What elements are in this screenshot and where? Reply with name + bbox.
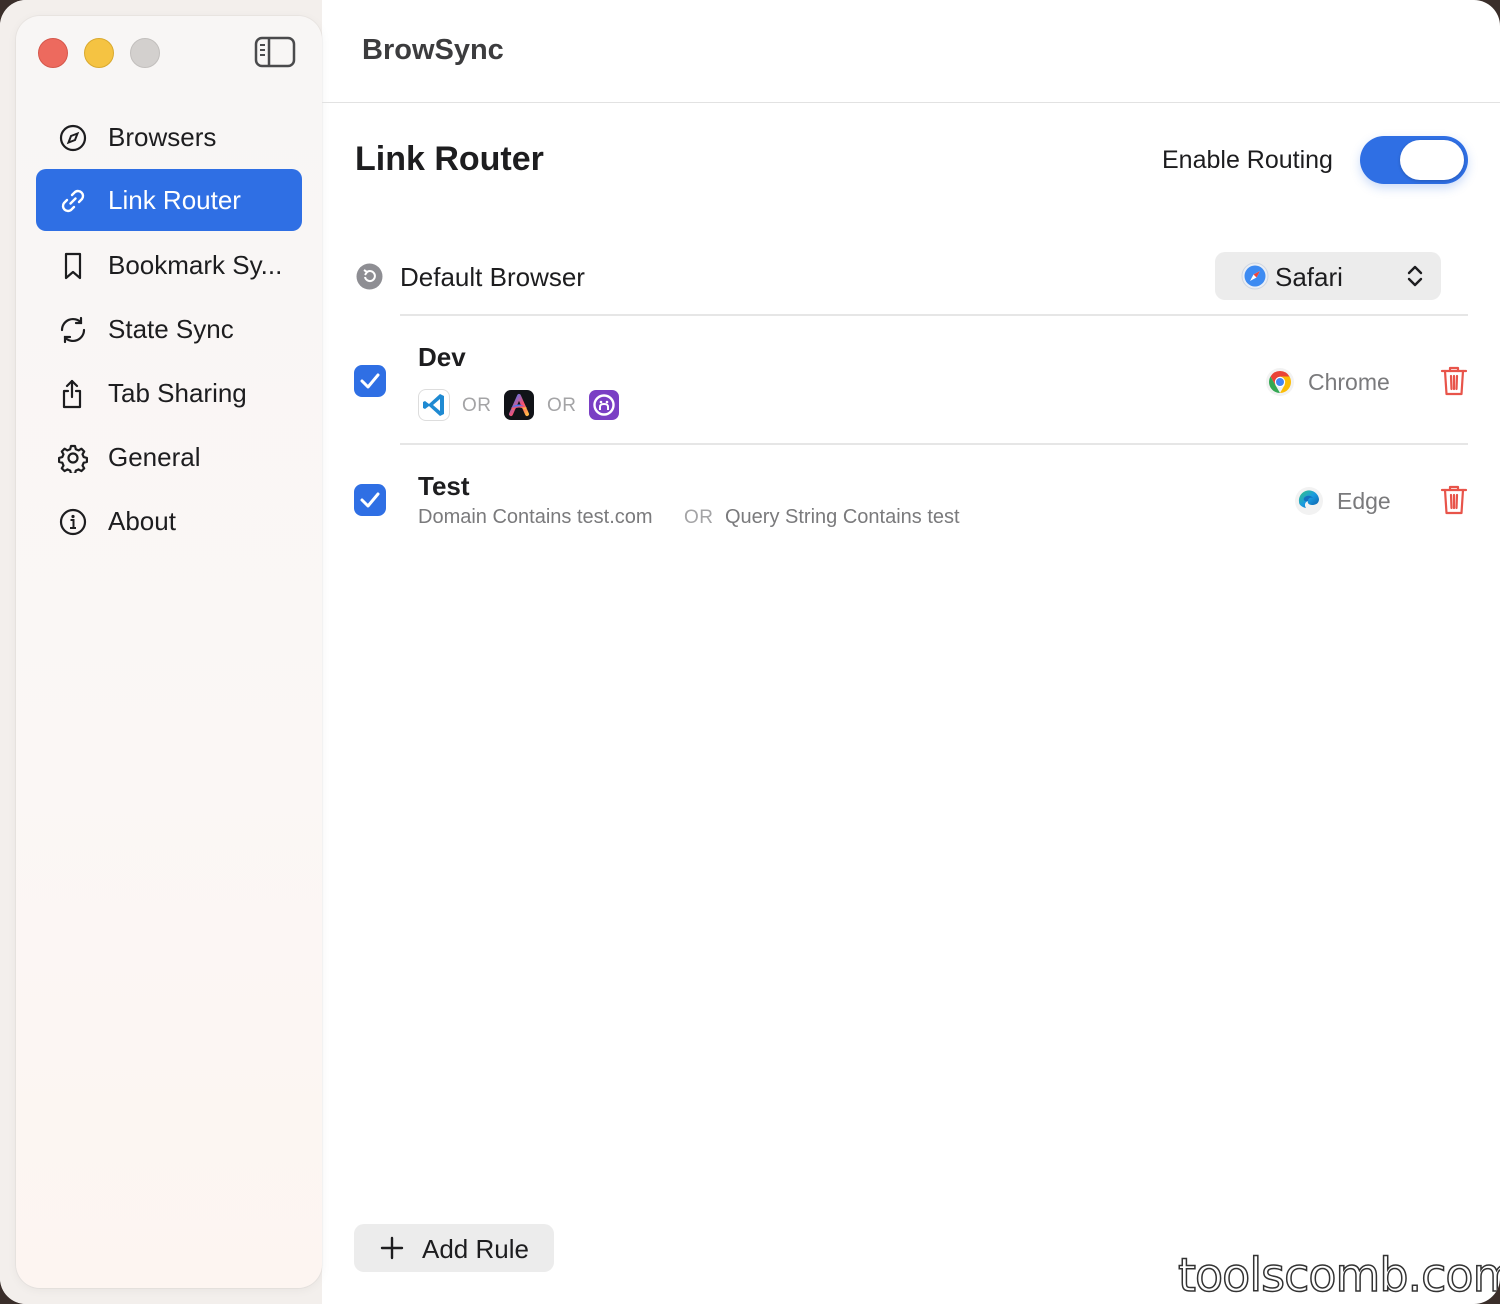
- rule-condition: Query String Contains test: [725, 506, 960, 528]
- sidebar-item-label: Bookmark Sy...: [108, 249, 283, 280]
- rule-enabled-checkbox[interactable]: [354, 365, 386, 397]
- github-desktop-icon: [589, 390, 619, 420]
- sidebar-item-link-router[interactable]: Link Router: [36, 169, 302, 231]
- or-separator: OR: [684, 507, 714, 528]
- page-title: Link Router: [355, 140, 544, 178]
- sidebar-region: Browsers Link Router Bookmark Sy... Stat…: [0, 0, 322, 1304]
- sidebar-item-label: Link Router: [108, 184, 241, 215]
- sidebar-item-label: General: [108, 441, 201, 472]
- sidebar-item-label: About: [108, 505, 176, 536]
- default-browser-label: Default Browser: [400, 262, 585, 292]
- gear-icon: [58, 443, 88, 475]
- app-window: Browsers Link Router Bookmark Sy... Stat…: [0, 0, 1500, 1304]
- sidebar-item-general[interactable]: General: [36, 426, 302, 488]
- compass-icon: [58, 123, 88, 153]
- sidebar-item-about[interactable]: About: [36, 490, 302, 552]
- watermark: toolscomb.com: [1177, 1247, 1500, 1303]
- delete-rule-trash-icon[interactable]: [1440, 365, 1468, 397]
- delete-rule-trash-icon[interactable]: [1440, 484, 1468, 516]
- minimize-window-button[interactable]: [84, 38, 114, 68]
- plus-icon: [380, 1236, 404, 1260]
- chrome-icon: [1265, 367, 1295, 397]
- rule-browser-label: Chrome: [1308, 369, 1390, 395]
- sidebar-item-label: Tab Sharing: [108, 377, 247, 408]
- enable-routing-label: Enable Routing: [1162, 146, 1333, 174]
- zoom-window-button[interactable]: [130, 38, 160, 68]
- sidebar-item-label: State Sync: [108, 313, 234, 344]
- rule-title: Test: [418, 471, 470, 501]
- sync-icon: [58, 315, 88, 345]
- app-title: BrowSync: [362, 34, 504, 66]
- bookmark-icon: [58, 251, 88, 281]
- safari-icon: [1241, 262, 1269, 290]
- info-icon: [58, 507, 88, 537]
- default-browser-value: Safari: [1275, 262, 1343, 292]
- or-separator: OR: [462, 395, 492, 416]
- default-browser-icon: [356, 263, 383, 290]
- edge-icon: [1294, 486, 1324, 516]
- chevron-updown-icon: [1405, 262, 1425, 290]
- sidebar-item-tab-sharing[interactable]: Tab Sharing: [36, 362, 302, 424]
- toggle-knob: [1400, 140, 1464, 180]
- arc-icon: [504, 390, 534, 420]
- vscode-icon: [419, 390, 449, 420]
- add-rule-label: Add Rule: [422, 1234, 529, 1264]
- rule-condition: Domain Contains test.com: [418, 506, 653, 528]
- title-bar: BrowSync: [322, 0, 1500, 103]
- rule-enabled-checkbox[interactable]: [354, 484, 386, 516]
- sidebar-item-bookmark-sync[interactable]: Bookmark Sy...: [36, 234, 302, 296]
- divider: [400, 314, 1468, 316]
- sidebar-item-state-sync[interactable]: State Sync: [36, 298, 302, 360]
- close-window-button[interactable]: [38, 38, 68, 68]
- share-icon: [58, 379, 88, 409]
- default-browser-select[interactable]: Safari: [1215, 252, 1441, 300]
- or-separator: OR: [547, 395, 577, 416]
- rule-browser-label: Edge: [1337, 488, 1391, 514]
- add-rule-button[interactable]: Add Rule: [354, 1224, 554, 1272]
- divider: [400, 443, 1468, 445]
- rule-title: Dev: [418, 342, 466, 372]
- sidebar-item-browsers[interactable]: Browsers: [36, 106, 302, 168]
- enable-routing-toggle[interactable]: [1360, 136, 1468, 184]
- link-icon: [58, 186, 88, 216]
- sidebar-toggle-icon[interactable]: [254, 36, 296, 68]
- sidebar-item-label: Browsers: [108, 121, 217, 152]
